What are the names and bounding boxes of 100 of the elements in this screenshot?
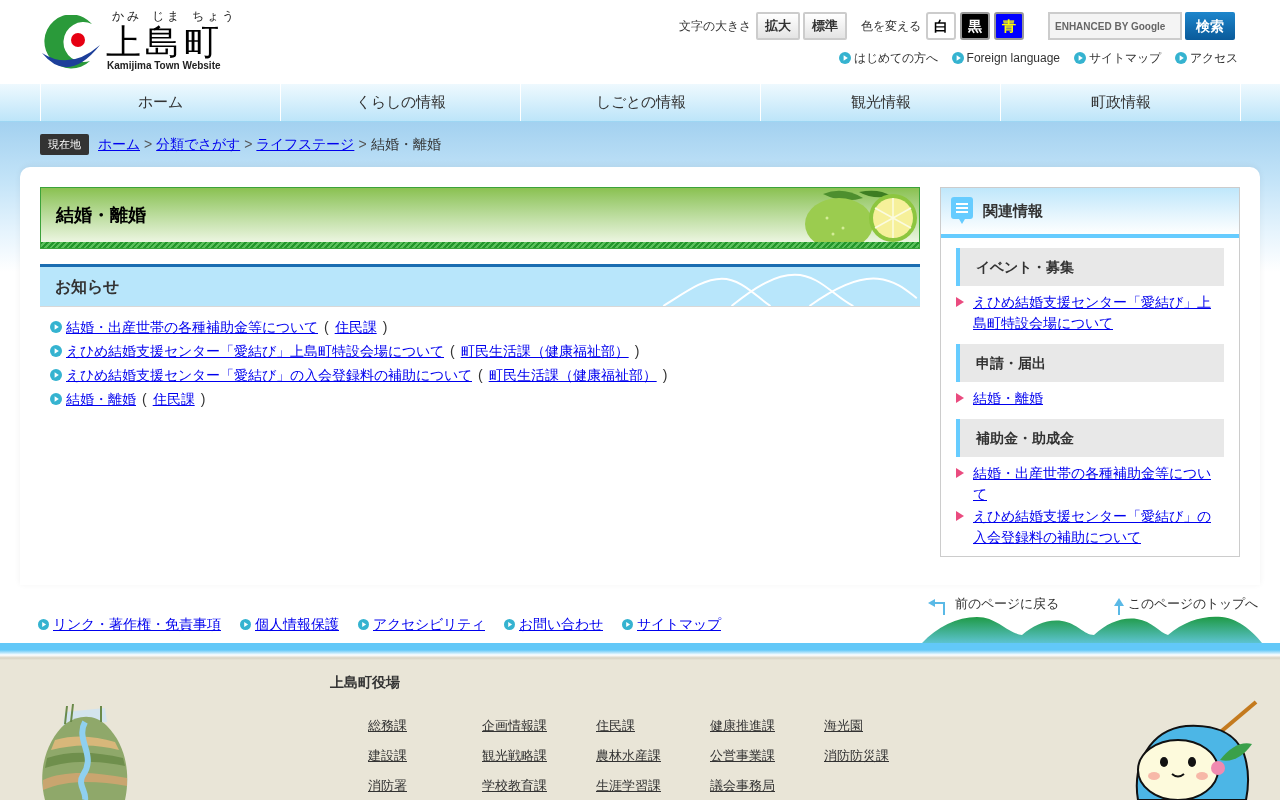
department-link[interactable]: 町民生活課（健康福祉部） (460, 341, 629, 361)
breadcrumb-link[interactable]: 分類でさがす (156, 134, 241, 155)
footer-link[interactable]: アクセシビリティ (373, 615, 485, 633)
bracket-text: ( (324, 318, 329, 337)
triangle-bullet-icon (956, 297, 964, 307)
page-title: 結婚・離婚 (56, 203, 146, 227)
notice-link[interactable]: 結婚・出産世帯の各種補助金等について (66, 317, 318, 337)
play-circle-icon (50, 393, 62, 405)
department-link[interactable]: 建設課 (368, 746, 407, 766)
color-scheme-label: 色を変える (861, 18, 921, 35)
footer-link[interactable]: サイトマップ (637, 615, 721, 633)
play-circle-icon (504, 618, 515, 630)
search-field[interactable]: ENHANCED BY Google (1048, 12, 1182, 40)
notice-link[interactable]: えひめ結婚支援センター「愛結び」上島町特設会場について (66, 341, 444, 361)
quick-link[interactable]: サイトマップ (1089, 50, 1161, 66)
town-name: 上島町 (106, 23, 224, 60)
department-link[interactable]: 企画情報課 (482, 716, 547, 736)
triangle-bullet-icon (956, 468, 964, 478)
department-link[interactable]: 海光園 (824, 716, 863, 736)
play-circle-icon (951, 52, 964, 64)
department-link[interactable]: 住民課 (596, 716, 635, 736)
department-link[interactable]: 学校教育課 (482, 776, 547, 796)
triangle-bullet-icon (956, 511, 964, 521)
notice-link[interactable]: 結婚・離婚 (66, 389, 136, 409)
office-name: 上島町役場 (330, 673, 401, 692)
play-circle-icon (1175, 52, 1187, 64)
town-emblem-icon[interactable] (40, 15, 100, 71)
bracket-text: ( (450, 342, 455, 361)
department-link[interactable]: 農林水産課 (596, 746, 661, 766)
bracket-text: ) (634, 342, 640, 361)
footer-link[interactable]: お問い合わせ (519, 615, 603, 633)
up-arrow-icon[interactable] (1113, 598, 1125, 615)
play-circle-icon (50, 369, 62, 381)
nav-link[interactable]: しごとの情報 (520, 84, 760, 121)
quick-link[interactable]: Foreign language (966, 50, 1060, 66)
related-link[interactable]: えひめ結婚支援センター「愛結び」上島町特設会場について (973, 292, 1224, 334)
page-nav-link[interactable]: 前のページに戻る (955, 595, 1059, 613)
back-arrow-icon[interactable] (928, 598, 948, 615)
department-link[interactable]: 生涯学習課 (596, 776, 661, 796)
play-circle-icon (50, 321, 62, 333)
color-scheme-button[interactable]: 白 (926, 12, 956, 40)
related-link[interactable]: 結婚・離婚 (973, 388, 1043, 409)
triangle-bullet-icon (956, 393, 964, 403)
bracket-text: ) (662, 366, 668, 385)
department-link[interactable]: 総務課 (368, 716, 407, 736)
play-circle-icon (50, 345, 62, 357)
bracket-text: ) (200, 390, 206, 409)
play-circle-icon (622, 618, 633, 630)
logo-subtitle: Kamijima Town Website (106, 60, 222, 72)
related-link[interactable]: えひめ結婚支援センター「愛結び」の入会登録料の補助について (973, 506, 1224, 548)
notice-link[interactable]: えひめ結婚支援センター「愛結び」の入会登録料の補助について (66, 365, 472, 385)
related-link[interactable]: 結婚・出産世帯の各種補助金等について (973, 463, 1224, 505)
department-link[interactable]: 町民生活課（健康福祉部） (488, 365, 657, 385)
play-circle-icon (838, 52, 851, 64)
department-link[interactable]: 公営事業課 (710, 746, 775, 766)
quick-link[interactable]: アクセス (1190, 50, 1238, 66)
ruby-text: ちょう (192, 10, 237, 23)
ruby-text: かみ (112, 10, 142, 23)
section-heading: お知らせ (55, 276, 119, 297)
breadcrumb-link[interactable]: ライフステージ (256, 134, 355, 155)
related-category: イベント・募集 (956, 248, 1224, 286)
location-label: 現在地 (40, 134, 89, 155)
list-bubble-icon (951, 197, 973, 225)
related-category: 補助金・助成金 (956, 419, 1224, 457)
play-circle-icon (1074, 52, 1086, 64)
breadcrumb-separator: > (144, 135, 153, 154)
bracket-text: ( (478, 366, 483, 385)
department-link[interactable]: 健康推進課 (710, 716, 775, 736)
department-link[interactable]: 消防防災課 (824, 746, 889, 766)
bracket-text: ) (382, 318, 388, 337)
nav-link[interactable]: 観光情報 (760, 84, 1000, 121)
play-circle-icon (240, 618, 251, 630)
play-circle-icon (38, 618, 49, 630)
related-category: 申請・届出 (956, 344, 1224, 382)
bracket-text: ( (142, 390, 147, 409)
nav-link[interactable]: ホーム (40, 84, 280, 121)
breadcrumb-separator: > (358, 135, 367, 154)
ruby-text: じま (152, 10, 182, 23)
related-title: 関連情報 (983, 200, 1043, 221)
play-circle-icon (358, 618, 369, 630)
nav-link[interactable]: 町政情報 (1000, 84, 1240, 121)
text-size-label: 文字の大きさ (679, 18, 751, 35)
page-nav-link[interactable]: このページのトップへ (1128, 595, 1258, 613)
text-size-button[interactable]: 拡大 (756, 12, 800, 40)
nav-link[interactable]: くらしの情報 (280, 84, 520, 121)
quick-link[interactable]: はじめての方へ (853, 50, 938, 66)
color-scheme-button[interactable]: 黒 (960, 12, 990, 40)
breadcrumb-separator: > (244, 135, 253, 154)
text-size-button[interactable]: 標準 (803, 12, 847, 40)
footer-link[interactable]: リンク・著作権・免責事項 (53, 615, 221, 633)
color-scheme-button[interactable]: 青 (994, 12, 1024, 40)
department-link[interactable]: 消防署 (368, 776, 407, 796)
footer-link[interactable]: 個人情報保護 (255, 615, 339, 633)
department-link[interactable]: 観光戦略課 (482, 746, 547, 766)
breadcrumb-current: 結婚・離婚 (370, 135, 441, 154)
department-link[interactable]: 議会事務局 (710, 776, 775, 796)
department-link[interactable]: 住民課 (334, 317, 377, 337)
search-button[interactable]: 検索 (1185, 12, 1235, 40)
breadcrumb-link[interactable]: ホーム (98, 134, 140, 155)
department-link[interactable]: 住民課 (152, 389, 195, 409)
